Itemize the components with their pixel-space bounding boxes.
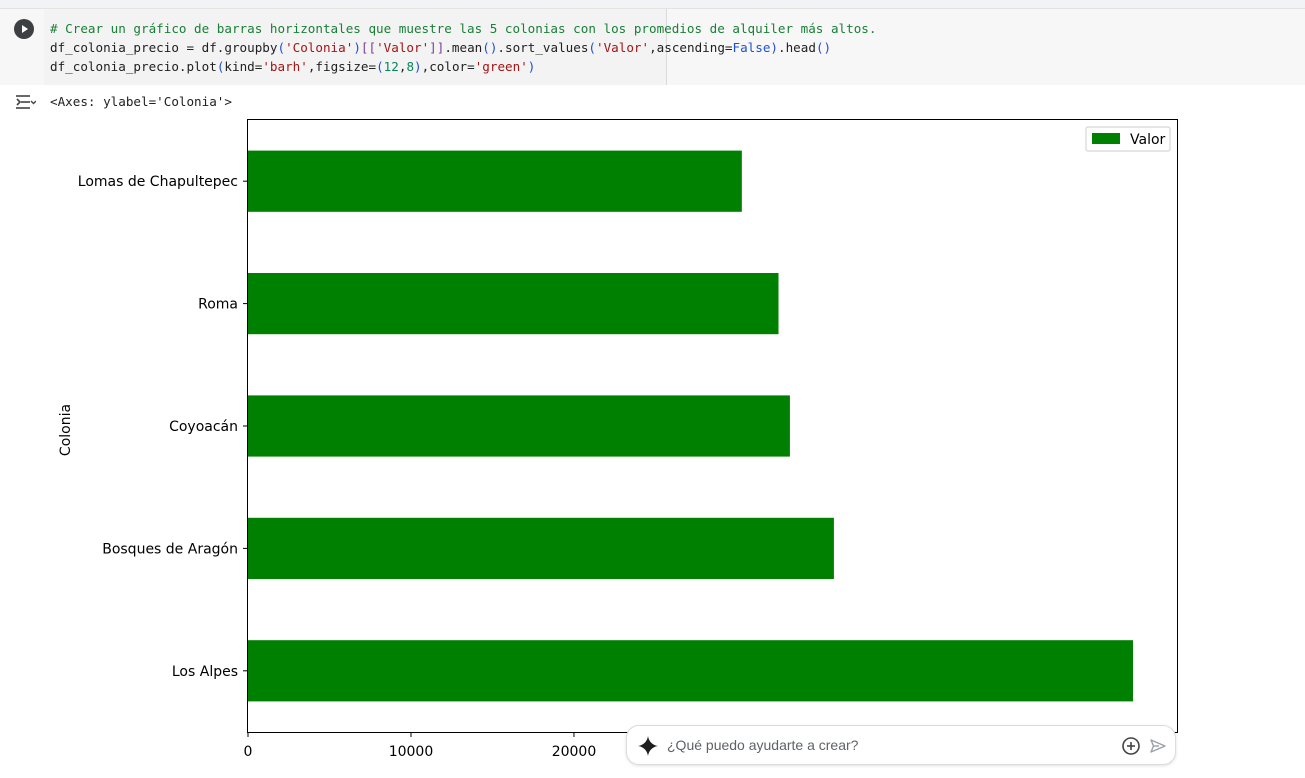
send-icon[interactable] xyxy=(1149,737,1167,755)
x-tick-label: 20000 xyxy=(552,744,597,760)
ai-prompt-input[interactable] xyxy=(667,731,1107,759)
x-tick-label: 10000 xyxy=(389,744,434,760)
bar xyxy=(248,150,742,212)
gemini-spark-icon xyxy=(638,736,658,756)
add-circle-icon[interactable] xyxy=(1121,736,1141,756)
y-tick-label: Bosques de Aragón xyxy=(102,541,238,557)
y-tick-label: Roma xyxy=(198,297,238,313)
legend-swatch xyxy=(1092,133,1120,144)
legend-label: Valor xyxy=(1130,132,1166,148)
y-axis-label: Colonia xyxy=(58,404,74,456)
bar xyxy=(248,640,1133,702)
legend: Valor xyxy=(1085,126,1171,152)
bar xyxy=(248,273,779,335)
y-tick-label: Coyoacán xyxy=(169,419,238,435)
bar-chart: Los Alpes Bosques de Aragón Coyoacán Roma Lo… xyxy=(58,119,1178,760)
bar xyxy=(248,395,790,457)
x-tick-label: 0 xyxy=(244,744,253,760)
y-tick-label: Los Alpes xyxy=(172,664,238,680)
bar xyxy=(248,517,834,579)
y-tick-label: Lomas de Chapultepec xyxy=(78,174,238,190)
ai-prompt-bar[interactable] xyxy=(626,725,1176,765)
